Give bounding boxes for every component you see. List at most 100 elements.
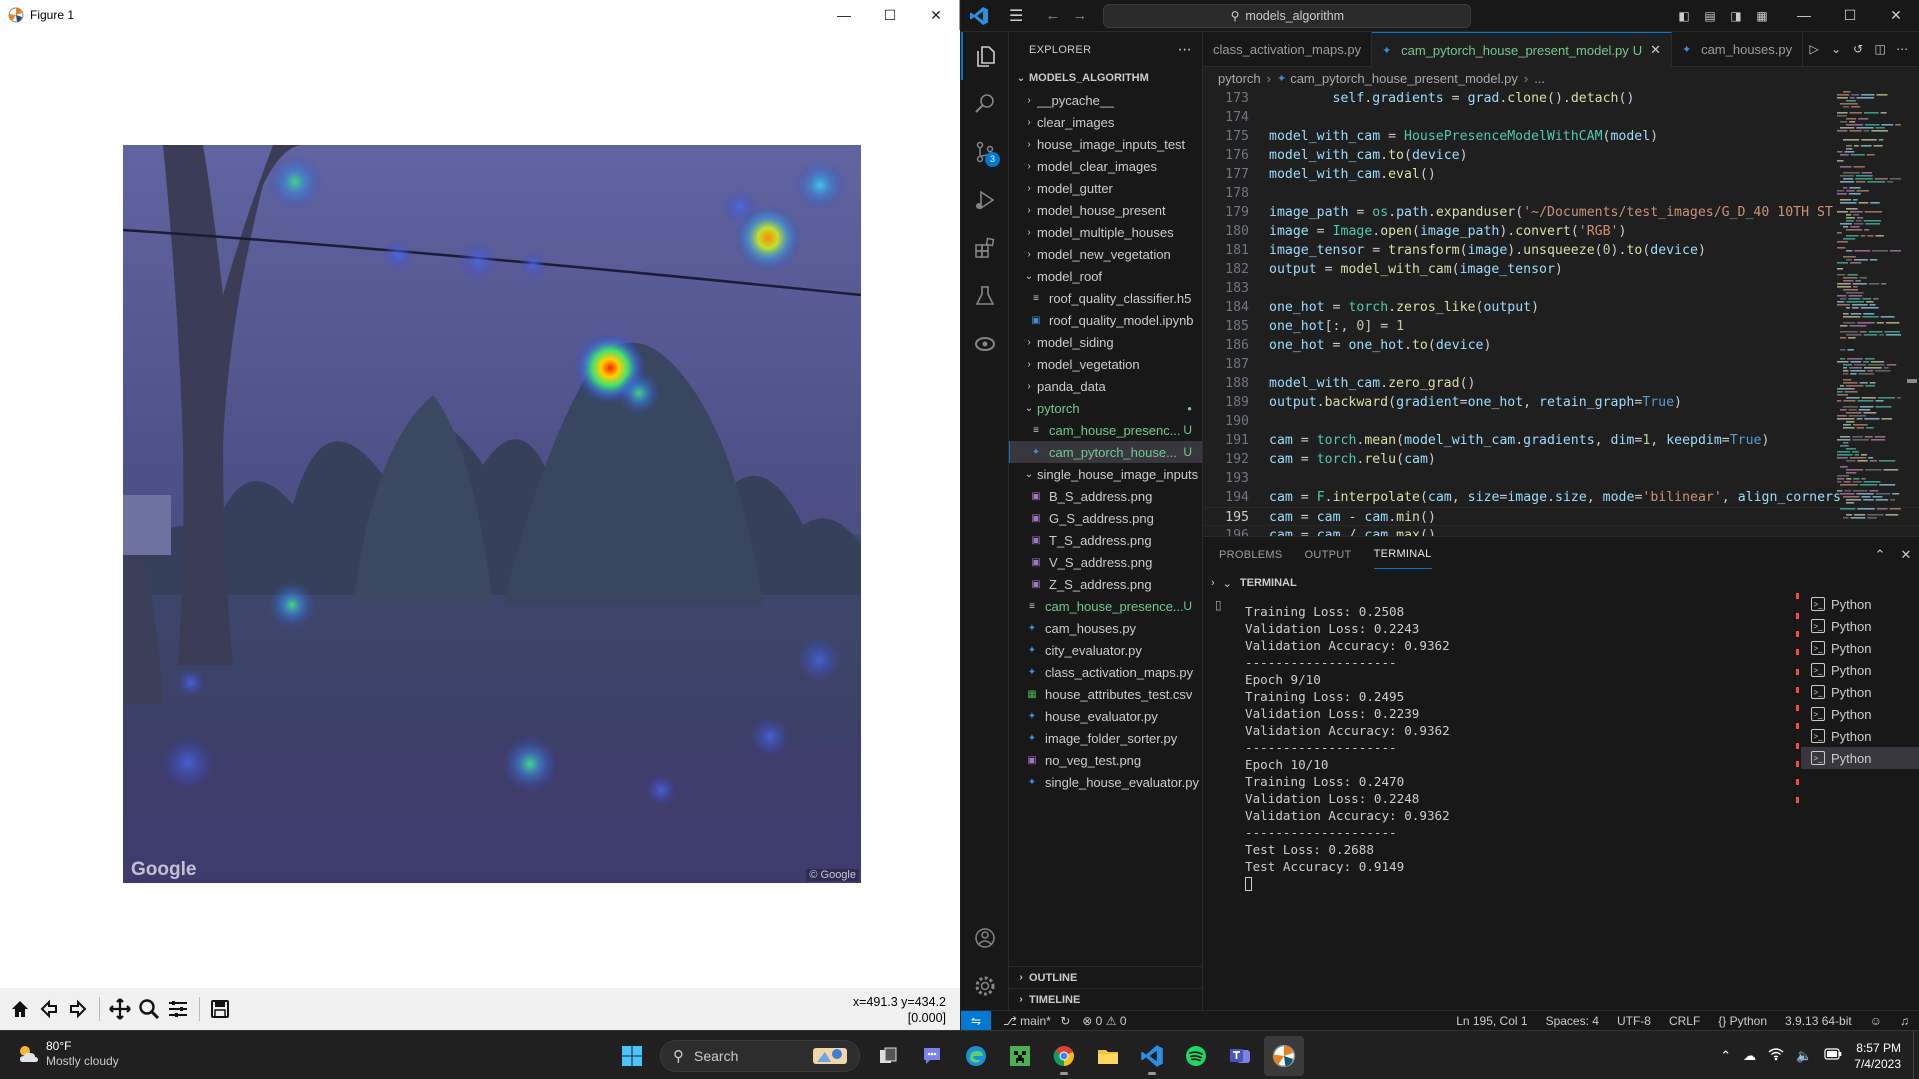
code-line[interactable]: 196 cam = cam / cam.max(): [1203, 526, 1919, 536]
editor-more-icon[interactable]: ⋯: [1891, 42, 1913, 56]
vs-close-button[interactable]: ✕: [1873, 7, 1919, 24]
git-branch[interactable]: ⎇ main* ↻: [1003, 1014, 1070, 1028]
terminal-instance[interactable]: >_ Python: [1801, 747, 1919, 769]
tab-problems[interactable]: PROBLEMS: [1219, 541, 1283, 569]
figure-canvas[interactable]: Google © Google: [0, 30, 960, 988]
teams-icon[interactable]: [1220, 1036, 1260, 1076]
testing-icon[interactable]: [961, 272, 1009, 320]
minimize-button[interactable]: —: [821, 0, 867, 30]
code-line[interactable]: 191 cam = torch.mean(model_with_cam.gradi…: [1203, 431, 1919, 450]
folder-panda-data[interactable]: › panda_data: [1009, 375, 1202, 397]
folder-pycache[interactable]: › __pycache__: [1009, 89, 1202, 111]
vs-minimize-button[interactable]: —: [1781, 7, 1827, 24]
tab-output[interactable]: OUTPUT: [1305, 541, 1352, 569]
menu-icon[interactable]: ☰: [1009, 6, 1023, 26]
file-explorer-icon[interactable]: [1088, 1036, 1128, 1076]
source-control-icon[interactable]: 3: [961, 128, 1009, 176]
accounts-icon[interactable]: [961, 914, 1009, 962]
code-line[interactable]: 180 image = Image.open(image_path).conver…: [1203, 222, 1919, 241]
maximize-panel-icon[interactable]: ⌃: [1867, 547, 1893, 563]
zoom-icon[interactable]: [135, 995, 163, 1023]
code-line[interactable]: 186 one_hot = one_hot.to(device): [1203, 336, 1919, 355]
wifi-icon[interactable]: [1768, 1047, 1784, 1064]
python-interpreter[interactable]: 3.9.13 64-bit: [1785, 1014, 1852, 1028]
code-line[interactable]: 174: [1203, 108, 1919, 127]
workspace-root[interactable]: ⌄ MODELS_ALGORITHM: [1009, 67, 1202, 89]
onedrive-cloud-icon[interactable]: ☁: [1743, 1048, 1756, 1064]
folder-model-siding[interactable]: › model_siding: [1009, 331, 1202, 353]
chevron-up-icon[interactable]: ⌃: [1720, 1048, 1731, 1064]
back-icon[interactable]: [35, 995, 63, 1023]
tab-terminal[interactable]: TERMINAL: [1373, 540, 1432, 569]
notifications-bell-icon[interactable]: ♫: [1900, 1014, 1909, 1028]
code-line[interactable]: 193: [1203, 469, 1919, 488]
file-class-activation-maps-py[interactable]: ✦ class_activation_maps.py: [1009, 661, 1202, 683]
tab-cam-houses[interactable]: ✦ cam_houses.py: [1672, 32, 1804, 67]
manage-gear-icon[interactable]: [961, 962, 1009, 1010]
folder-model-roof[interactable]: ⌄ model_roof: [1009, 265, 1202, 287]
file-roof-quality-model-ipynb[interactable]: ▣ roof_quality_model.ipynb: [1009, 309, 1202, 331]
battery-icon[interactable]: [1824, 1048, 1842, 1063]
file-image-folder-sorter-py[interactable]: ✦ image_folder_sorter.py: [1009, 727, 1202, 749]
file-g-s-address-png[interactable]: ▣ G_S_address.png: [1009, 507, 1202, 529]
vs-maximize-button[interactable]: ☐: [1827, 7, 1873, 24]
folder-model-new-vegetation[interactable]: › model_new_vegetation: [1009, 243, 1202, 265]
language-mode[interactable]: {} Python: [1718, 1014, 1767, 1028]
file-house-evaluator-py[interactable]: ✦ house_evaluator.py: [1009, 705, 1202, 727]
python-figure-taskbar-icon[interactable]: [1264, 1036, 1304, 1076]
folder-model-house-present[interactable]: › model_house_present: [1009, 199, 1202, 221]
file-t-s-address-png[interactable]: ▣ T_S_address.png: [1009, 529, 1202, 551]
code-line[interactable]: 178: [1203, 184, 1919, 203]
clock[interactable]: 8:57 PM 7/4/2023: [1854, 1040, 1901, 1072]
folder-single-house-image-inputs[interactable]: ⌄ single_house_image_inputs: [1009, 463, 1202, 485]
folder-model-vegetation[interactable]: › model_vegetation: [1009, 353, 1202, 375]
close-icon[interactable]: ✕: [1650, 42, 1661, 58]
spotify-icon[interactable]: [1176, 1036, 1216, 1076]
file-b-s-address-png[interactable]: ▣ B_S_address.png: [1009, 485, 1202, 507]
cursor-position[interactable]: Ln 195, Col 1: [1456, 1014, 1527, 1028]
file-single-house-evaluator-py[interactable]: ✦ single_house_evaluator.py: [1009, 771, 1202, 793]
code-line[interactable]: 175 model_with_cam = HousePresenceModelWi…: [1203, 127, 1919, 146]
forward-icon[interactable]: [64, 995, 92, 1023]
terminal-instance[interactable]: >_ Python: [1801, 593, 1919, 615]
folder-model-multiple-houses[interactable]: › model_multiple_houses: [1009, 221, 1202, 243]
close-button[interactable]: ✕: [913, 0, 959, 30]
home-icon[interactable]: [6, 995, 34, 1023]
terminal-instance[interactable]: >_ Python: [1801, 681, 1919, 703]
encoding[interactable]: UTF-8: [1617, 1014, 1651, 1028]
file-z-s-address-png[interactable]: ▣ Z_S_address.png: [1009, 573, 1202, 595]
code-line[interactable]: 189 output.backward(gradient=one_hot, ret…: [1203, 393, 1919, 412]
code-line[interactable]: 185 one_hot[:, 0] = 1: [1203, 317, 1919, 336]
feedback-icon[interactable]: ☺: [1870, 1014, 1882, 1028]
command-center-search[interactable]: ⚲ models_algorithm: [1103, 3, 1472, 28]
code-line[interactable]: 177 model_with_cam.eval(): [1203, 165, 1919, 184]
open-changes-icon[interactable]: ↺: [1847, 42, 1869, 56]
weather-widget[interactable]: 80°F Mostly cloudy: [16, 1039, 119, 1069]
show-desktop-button[interactable]: [1913, 1031, 1919, 1079]
code-line[interactable]: 192 cam = torch.relu(cam): [1203, 450, 1919, 469]
customize-layout-icon[interactable]: ▦: [1749, 9, 1775, 23]
code-line[interactable]: 190: [1203, 412, 1919, 431]
start-button[interactable]: [612, 1036, 652, 1076]
remote-explorer-icon[interactable]: [961, 320, 1009, 368]
terminal-instance[interactable]: >_ Python: [1801, 637, 1919, 659]
code-line[interactable]: 195 cam = cam - cam.min(): [1203, 507, 1919, 526]
breadcrumb-symbol[interactable]: ...: [1534, 71, 1545, 86]
indentation[interactable]: Spaces: 4: [1546, 1014, 1599, 1028]
run-debug-icon[interactable]: [961, 176, 1009, 224]
code-editor[interactable]: 173 self.gradients = grad.clone().detach…: [1203, 89, 1919, 536]
file-cam-pytorch-house[interactable]: ✦ cam_pytorch_house... U: [1009, 441, 1202, 463]
file-cam-houses-py[interactable]: ✦ cam_houses.py: [1009, 617, 1202, 639]
minecraft-icon[interactable]: [1000, 1036, 1040, 1076]
code-line[interactable]: 176 model_with_cam.to(device): [1203, 146, 1919, 165]
code-line[interactable]: 181 image_tensor = transform(image).unsqu…: [1203, 241, 1919, 260]
run-dropdown-icon[interactable]: ⌄: [1825, 42, 1847, 56]
close-panel-icon[interactable]: ✕: [1893, 547, 1919, 563]
file-cam-house-presenc[interactable]: ≡ cam_house_presenc... U: [1009, 419, 1202, 441]
edge-browser-icon[interactable]: [956, 1036, 996, 1076]
configure-subplots-icon[interactable]: [164, 995, 192, 1023]
extensions-icon[interactable]: [961, 224, 1009, 272]
breadcrumb-folder[interactable]: pytorch: [1218, 71, 1261, 86]
outline-section[interactable]: › OUTLINE: [1009, 966, 1203, 988]
folder-pytorch[interactable]: ⌄ pytorch ●: [1009, 397, 1202, 419]
